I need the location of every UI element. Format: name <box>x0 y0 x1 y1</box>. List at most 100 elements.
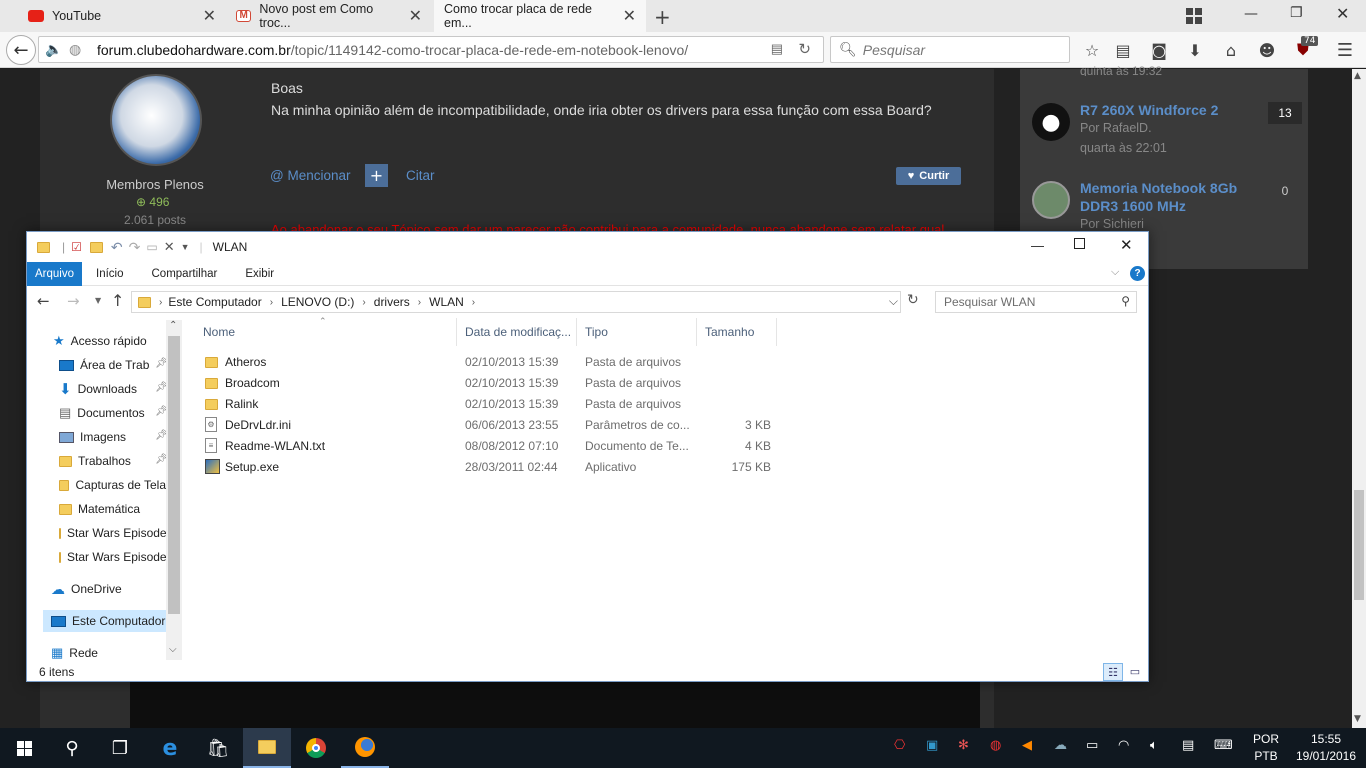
delete-icon[interactable]: ✕ <box>164 239 175 255</box>
start-button[interactable] <box>0 728 48 768</box>
nav-documents[interactable]: ▤ Documentos <box>59 402 165 424</box>
chrome-icon[interactable] <box>292 728 340 768</box>
tray-app-icon[interactable]: ☁ <box>1054 738 1067 753</box>
pocket-icon[interactable]: ◙ <box>1149 40 1169 60</box>
scroll-down-icon[interactable]: ▼ <box>1354 714 1361 724</box>
clock[interactable]: 15:55 19/01/2016 <box>1288 731 1364 765</box>
chevron-up-icon[interactable]: ⌃ <box>169 320 177 331</box>
file-row[interactable]: Atheros 02/10/2013 15:39 Pasta de arquiv… <box>195 352 795 373</box>
close-window-icon[interactable]: ✕ <box>1336 4 1349 23</box>
browser-search-input[interactable]: 🔍︎ Pesquisar <box>830 36 1070 63</box>
acrobat-icon[interactable]: ⎔ <box>894 738 905 753</box>
task-view-icon[interactable]: ❐ <box>96 728 144 768</box>
back-button[interactable]: ← <box>6 35 36 65</box>
nav-quick-access[interactable]: ★ Acesso rápido <box>53 330 183 352</box>
tab-compartilhar[interactable]: Compartilhar <box>138 262 232 286</box>
customize-dropdown-icon[interactable]: ▼ <box>181 242 190 252</box>
url-bar[interactable]: 🔈 ◍ forum.clubedohardware.com.br/topic/1… <box>38 36 824 63</box>
nav-onedrive[interactable]: ☁ OneDrive <box>51 578 166 600</box>
redo-icon[interactable]: ↷ <box>129 239 141 256</box>
properties-icon[interactable]: ☑ <box>71 240 82 254</box>
user-avatar-icon[interactable]: ● <box>1032 103 1070 141</box>
nav-downloads[interactable]: ⬇ Downloads <box>59 378 165 400</box>
tab-groups-icon[interactable] <box>1186 8 1202 24</box>
store-icon[interactable]: 🛍︎ <box>194 728 242 768</box>
nav-matematica[interactable]: Matemática <box>59 498 166 520</box>
avatar[interactable] <box>1032 181 1070 219</box>
notifications-icon[interactable]: ▤ <box>1182 738 1194 753</box>
minimize-icon[interactable]: — <box>1244 6 1258 22</box>
reload-icon[interactable]: ↻ <box>798 40 811 58</box>
column-date[interactable]: Data de modificaç... <box>457 318 577 346</box>
language-indicator[interactable]: POR PTB <box>1246 731 1286 765</box>
like-button[interactable]: ♥ Curtir <box>896 167 961 185</box>
wifi-icon[interactable]: ◠ <box>1118 738 1129 753</box>
undo-icon[interactable]: ↶ <box>111 239 123 256</box>
quote-button[interactable]: Citar <box>406 168 435 183</box>
tray-app-icon[interactable]: ✻ <box>958 738 969 753</box>
maximize-icon[interactable] <box>1074 238 1085 249</box>
file-row[interactable]: Broadcom 02/10/2013 15:39 Pasta de arqui… <box>195 373 795 394</box>
back-arrow-icon[interactable]: ← <box>37 292 50 310</box>
nav-capturas[interactable]: Capturas de Tela <box>59 474 166 496</box>
tab-arquivo[interactable]: Arquivo <box>27 261 82 286</box>
mention-button[interactable]: @ Mencionar <box>270 168 351 183</box>
breadcrumb-wlan[interactable]: WLAN <box>429 295 464 309</box>
address-bar[interactable]: › Este Computador › LENOVO (D:) › driver… <box>131 291 901 313</box>
file-row[interactable]: ⚙ DeDrvLdr.ini 06/06/2013 23:55 Parâmetr… <box>195 415 795 436</box>
reader-view-icon[interactable]: ▤ <box>771 41 783 57</box>
help-icon[interactable]: ? <box>1130 266 1145 281</box>
tab-exibir[interactable]: Exibir <box>231 262 288 286</box>
page-scrollbar-thumb[interactable] <box>1354 490 1364 600</box>
column-type[interactable]: Tipo <box>577 318 697 346</box>
menu-icon[interactable]: ☰ <box>1335 40 1355 61</box>
download-icon[interactable]: ⬇ <box>1185 40 1205 60</box>
hello-icon[interactable]: ☻ <box>1257 40 1277 60</box>
up-arrow-icon[interactable]: ↑ <box>111 291 124 310</box>
breadcrumb-drivers[interactable]: drivers <box>374 295 410 309</box>
minimize-icon[interactable]: — <box>1031 238 1044 253</box>
close-icon[interactable]: ✕ <box>623 6 636 26</box>
restore-icon[interactable]: ❐ <box>1290 5 1303 21</box>
address-dropdown-icon[interactable]: ⌵ <box>889 294 898 309</box>
topic-link[interactable]: Memoria Notebook 8Gb DDR3 1600 MHz <box>1080 179 1250 215</box>
tab-inicio[interactable]: Início <box>82 262 138 286</box>
recent-dropdown-icon[interactable]: ▼ <box>95 296 101 305</box>
page-scrollbar[interactable] <box>1352 69 1366 729</box>
bookmark-star-icon[interactable]: ☆ <box>1082 40 1102 60</box>
forward-arrow-icon[interactable]: → <box>67 292 80 310</box>
nav-this-pc[interactable]: Este Computador <box>43 610 166 632</box>
nav-starwars-2[interactable]: Star Wars Episode <box>59 546 166 568</box>
large-icons-view-icon[interactable]: ▭ <box>1126 663 1144 681</box>
multiquote-button[interactable]: + <box>365 164 388 187</box>
nav-scrollbar-thumb[interactable] <box>168 336 180 614</box>
home-icon[interactable]: ⌂ <box>1221 40 1241 60</box>
breadcrumb-este-computador[interactable]: Este Computador <box>168 295 261 309</box>
bookmarks-list-icon[interactable]: ▤ <box>1113 40 1133 60</box>
column-size[interactable]: Tamanho <box>697 318 777 346</box>
nav-network[interactable]: ▦ Rede <box>51 642 166 664</box>
topic-link[interactable]: R7 260X Windforce 2 <box>1080 102 1218 118</box>
new-tab-button[interactable]: + <box>654 5 671 29</box>
firefox-icon[interactable] <box>341 728 389 768</box>
expand-ribbon-icon[interactable]: ⌵ <box>1111 266 1119 279</box>
tab-gmail[interactable]: M Novo post em Como troc... ✕ <box>226 0 432 32</box>
rename-icon[interactable]: ▭ <box>146 240 157 254</box>
breadcrumb-lenovo-d[interactable]: LENOVO (D:) <box>281 295 354 309</box>
avatar[interactable] <box>110 74 202 166</box>
file-row[interactable]: ≡ Readme-WLAN.txt 08/08/2012 07:10 Docum… <box>195 436 795 457</box>
battery-icon[interactable]: ▭ <box>1086 738 1098 753</box>
close-icon[interactable]: ✕ <box>203 6 216 26</box>
nav-pictures[interactable]: Imagens <box>59 426 165 448</box>
nav-starwars-1[interactable]: Star Wars Episode <box>59 522 166 544</box>
search-icon[interactable]: ⚲ <box>48 728 96 768</box>
refresh-icon[interactable]: ↻ <box>907 292 919 308</box>
close-icon[interactable]: ✕ <box>1120 236 1133 254</box>
new-folder-icon[interactable] <box>89 241 103 253</box>
nav-trabalhos[interactable]: Trabalhos <box>59 450 165 472</box>
chevron-down-icon[interactable]: ⌵ <box>169 644 177 655</box>
edge-icon[interactable]: e <box>146 728 194 768</box>
nav-desktop[interactable]: Área de Trabalho <box>59 354 165 376</box>
scroll-up-icon[interactable]: ▲ <box>1354 71 1361 81</box>
speaker-icon[interactable]: 🔈︎ <box>1150 738 1158 753</box>
